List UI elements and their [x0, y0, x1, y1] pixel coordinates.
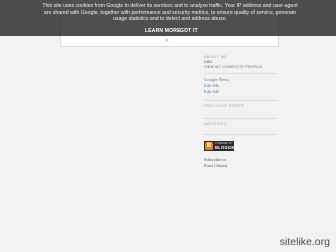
link-edit-me-2[interactable]: Edit-Me [204, 89, 284, 95]
divider [204, 133, 278, 135]
blogger-icon: B [205, 141, 213, 150]
divider [204, 99, 278, 101]
cookie-banner: This site uses cookies from Google to de… [0, 0, 336, 36]
view-profile-link[interactable]: VIEW MY COMPLETE PROFILE [204, 65, 284, 69]
cookie-message: This site uses cookies from Google to de… [42, 3, 298, 23]
badge-name: BLOGGER [215, 144, 238, 150]
got-it-button[interactable]: GOT IT [180, 28, 198, 34]
learn-more-button[interactable]: LEARN MORE [145, 28, 181, 34]
sitelike-logo: sitelike.org [279, 236, 330, 248]
sidebar: ABOUT ME fitfit VIEW MY COMPLETE PROFILE… [204, 55, 284, 169]
subscribe-link[interactable]: Posts [Atom] [204, 163, 284, 169]
previous-posts-title: PREVIOUS POSTS [204, 103, 245, 108]
divider [204, 117, 278, 119]
powered-by-blogger-badge[interactable]: B POWERED BY BLOGGER [204, 140, 237, 151]
nav-arrow-icon[interactable]: » [165, 37, 169, 44]
blog-page: » ABOUT ME fitfit VIEW MY COMPLETE PROFI… [0, 0, 336, 252]
archives-title: ARCHIVES [204, 121, 228, 126]
divider [204, 73, 278, 74]
